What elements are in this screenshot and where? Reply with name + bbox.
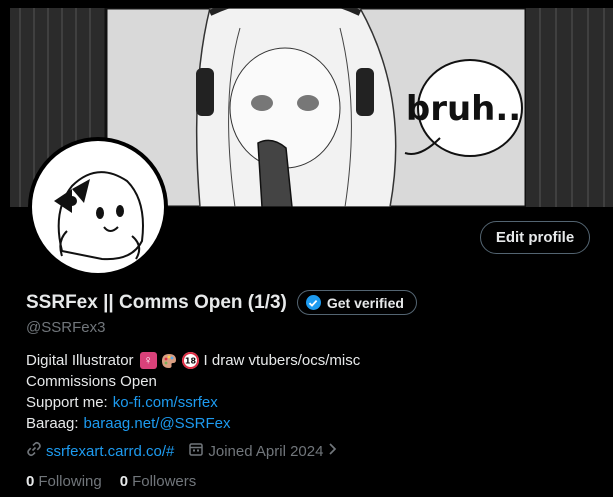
joined-date: Joined April 2024 — [208, 442, 324, 460]
joined-item: Joined April 2024 — [188, 441, 339, 461]
follow-stats: 0 Following 0 Followers — [26, 473, 214, 490]
bio-line-1-text: Digital Illustrator — [26, 352, 134, 369]
bio: Digital Illustrator ♀ 18 I draw vtubers/… — [26, 350, 360, 434]
following-link[interactable]: 0 Following — [26, 473, 102, 490]
verified-badge-icon — [305, 295, 321, 310]
support-label: Support me: — [26, 394, 108, 411]
bio-line-3: Support me: ko-fi.com/ssrfex — [26, 392, 360, 413]
profile-meta: ssrfexart.carrd.co/# Joined April 2024 — [26, 441, 353, 461]
baraag-link[interactable]: baraag.net/@SSRFex — [84, 413, 231, 434]
following-label: Following — [38, 473, 102, 490]
female-sign-icon: ♀ — [139, 352, 157, 369]
calendar-icon — [188, 441, 204, 461]
display-name: SSRFex || Comms Open (1/3) — [26, 291, 287, 313]
name-row: SSRFex || Comms Open (1/3) Get verified — [26, 290, 417, 315]
handle: @SSRFex3 — [26, 319, 106, 336]
bio-line-4: Baraag: baraag.net/@SSRFex — [26, 413, 360, 434]
followers-link[interactable]: 0 Followers — [120, 473, 197, 490]
avatar-image — [32, 141, 164, 273]
baraag-label: Baraag: — [26, 415, 79, 432]
link-icon — [26, 441, 42, 461]
website-item[interactable]: ssrfexart.carrd.co/# — [26, 441, 174, 461]
avatar[interactable] — [28, 137, 168, 277]
chevron-right-icon[interactable] — [327, 442, 339, 460]
bio-line-1: Digital Illustrator ♀ 18 I draw vtubers/… — [26, 350, 360, 371]
get-verified-button[interactable]: Get verified — [296, 290, 417, 315]
bio-line-2: Commissions Open — [26, 373, 157, 390]
banner-caption: bruh... — [406, 89, 534, 129]
website-link[interactable]: ssrfexart.carrd.co/# — [46, 443, 174, 460]
followers-count: 0 — [119, 473, 129, 490]
artist-palette-icon — [161, 352, 178, 369]
get-verified-label: Get verified — [326, 294, 404, 311]
followers-label: Followers — [132, 473, 197, 490]
edit-profile-button[interactable]: Edit profile — [480, 221, 590, 254]
no-one-under-eighteen-icon: 18 — [181, 352, 199, 369]
kofi-link[interactable]: ko-fi.com/ssrfex — [113, 392, 218, 413]
following-count: 0 — [26, 473, 35, 490]
bio-line-1-suffix: I draw vtubers/ocs/misc — [203, 352, 361, 369]
svg-text:18: 18 — [184, 357, 196, 366]
